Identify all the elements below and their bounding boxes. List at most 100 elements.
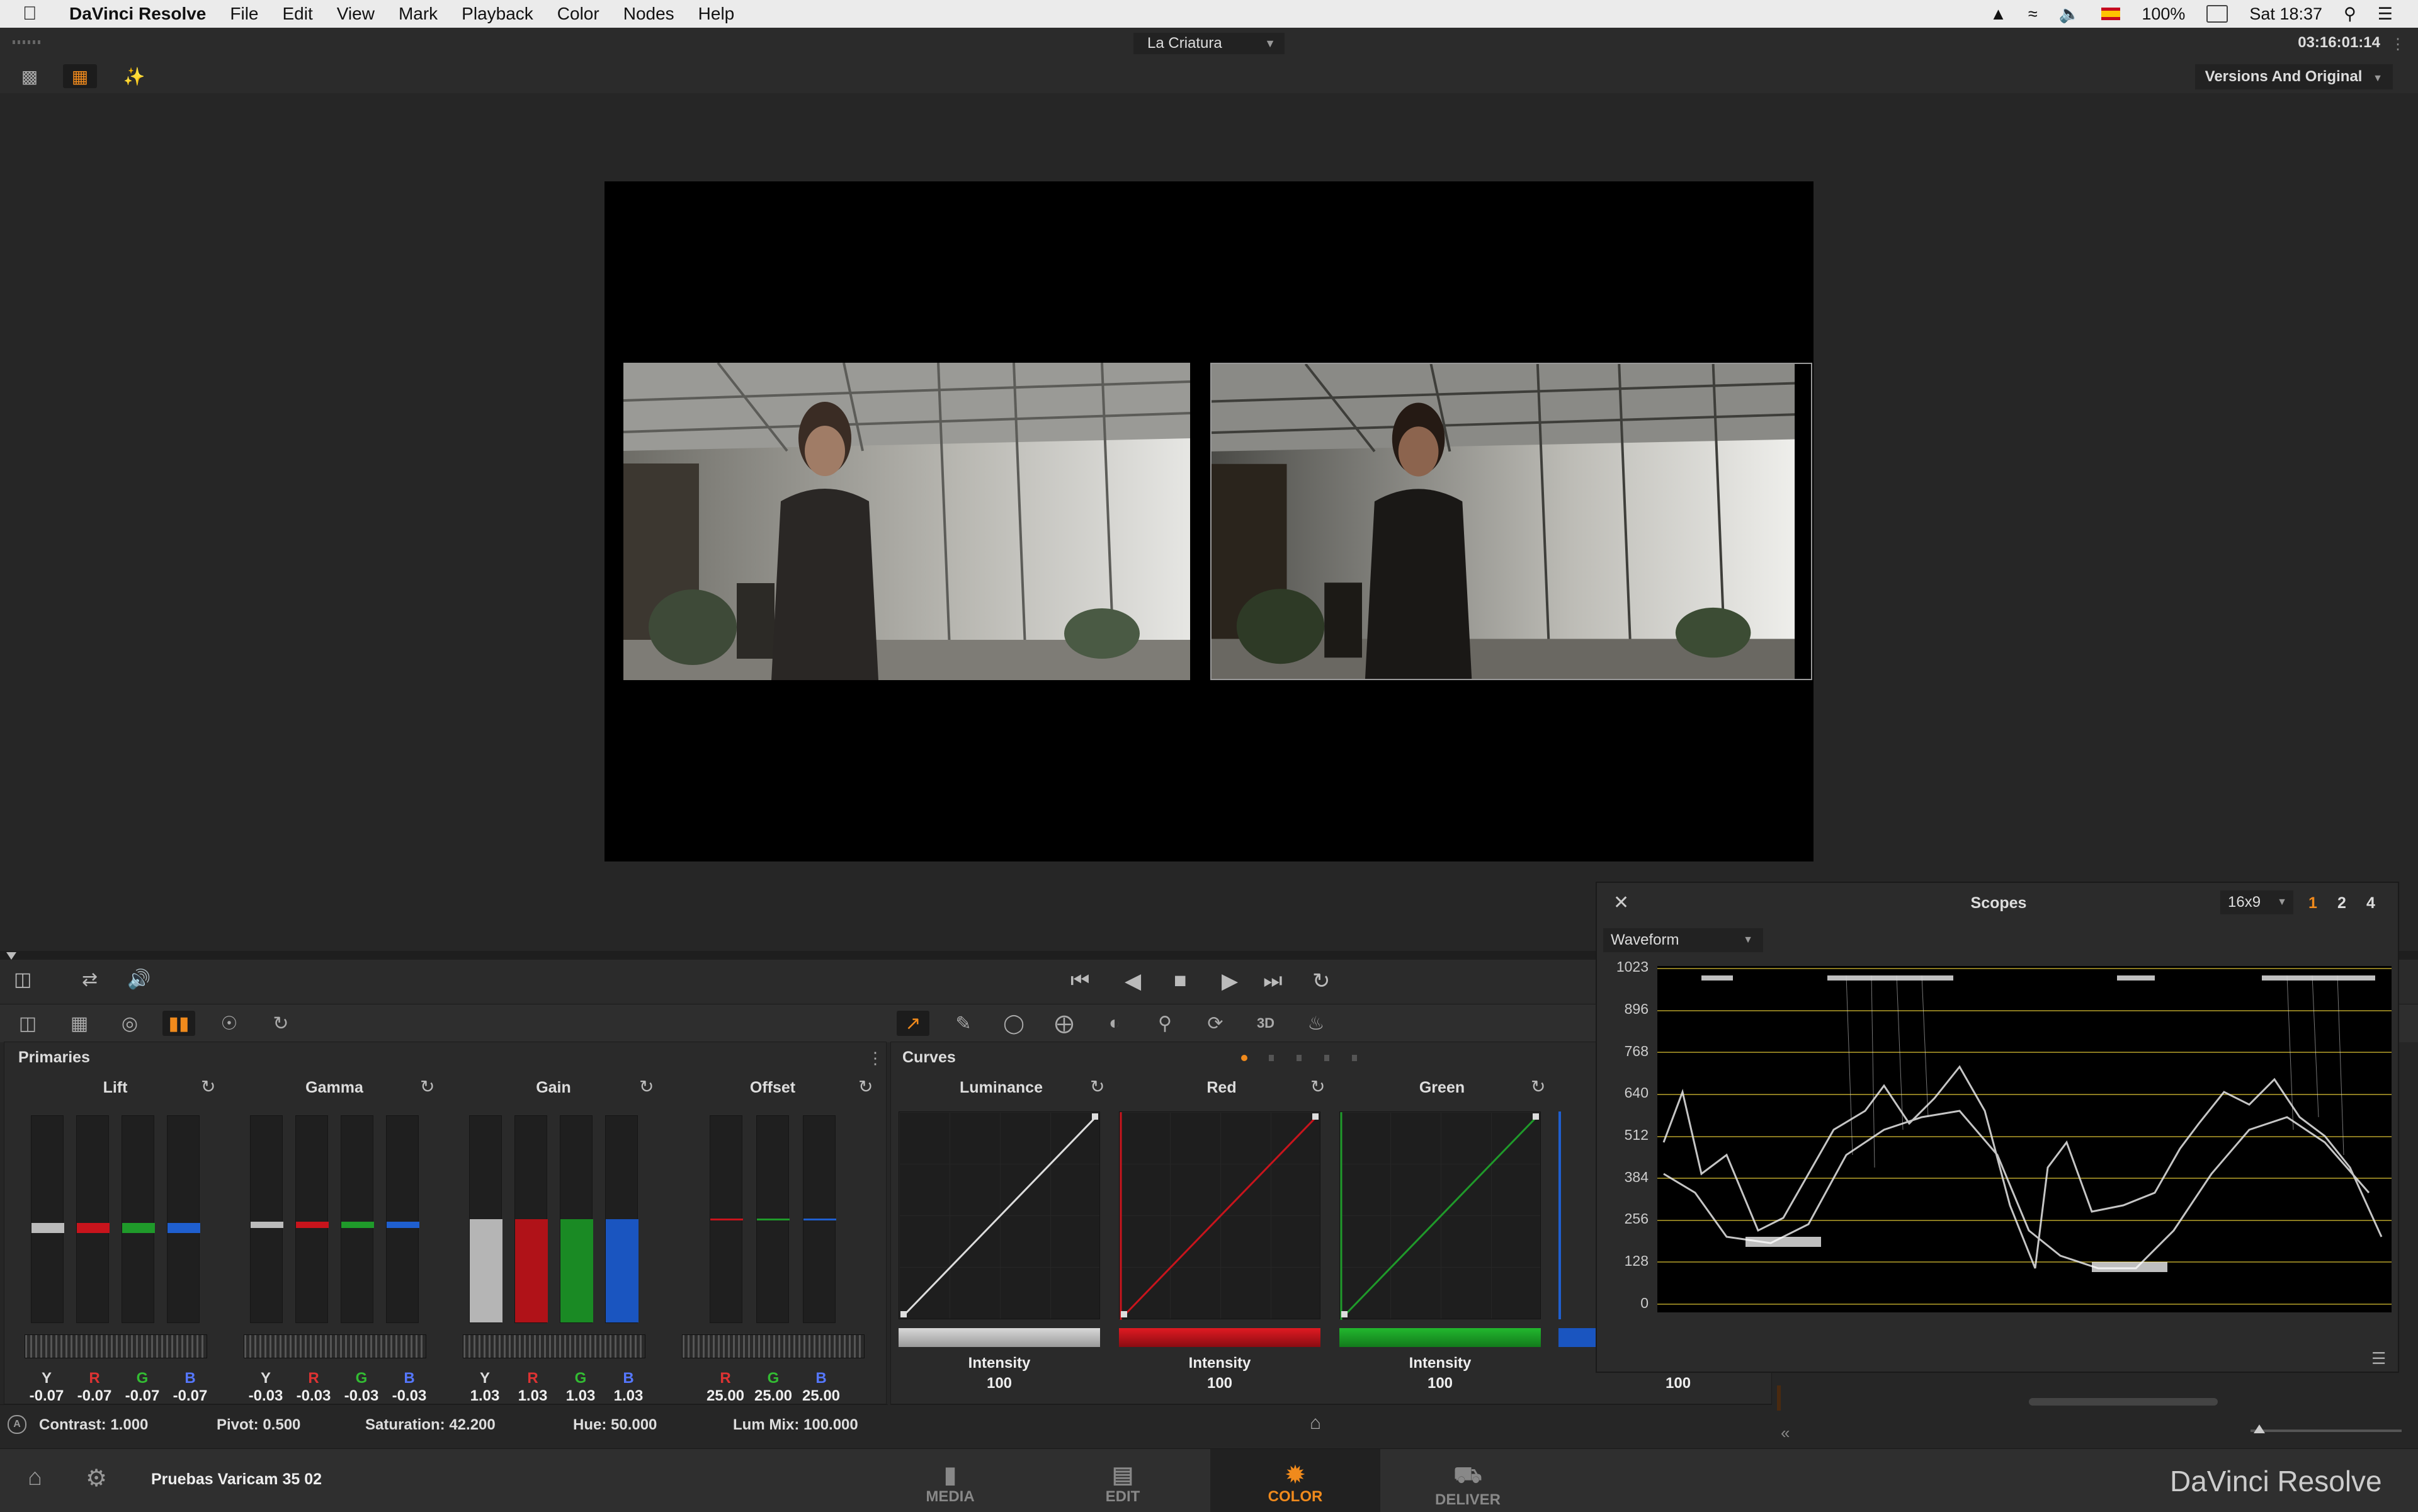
notification-icon[interactable]: ☰ — [2378, 4, 2393, 24]
battery-icon[interactable] — [2206, 5, 2228, 23]
horizontal-scrollbar[interactable] — [2029, 1398, 2218, 1406]
luminance-curve-graph[interactable] — [899, 1111, 1100, 1319]
version-still[interactable] — [1210, 363, 1812, 680]
audio-icon[interactable]: 🔊 — [127, 969, 150, 991]
viewer-layout-icon[interactable]: ◫ — [14, 969, 31, 991]
menu-playback[interactable]: Playback — [462, 4, 533, 24]
viewer-mode-select[interactable]: Versions And Original ▼ — [2194, 64, 2393, 89]
lift-r-value[interactable]: -0.07 — [72, 1387, 116, 1405]
page-media-button[interactable]: ▮ MEDIA — [865, 1458, 1035, 1512]
green-intensity-value[interactable]: 100 — [1339, 1375, 1541, 1392]
apple-icon[interactable]:  — [23, 3, 50, 25]
power-window-icon[interactable]: ◯ — [997, 1011, 1030, 1036]
page-dot-active[interactable] — [1241, 1055, 1247, 1061]
lift-g-bar[interactable] — [122, 1115, 155, 1323]
offset-master-wheel[interactable] — [682, 1334, 865, 1358]
reset-icon[interactable]: ↻ — [420, 1076, 434, 1097]
camera-raw-icon[interactable]: ◫ — [11, 1011, 44, 1036]
lift-y-bar[interactable] — [31, 1115, 64, 1323]
menu-mark[interactable]: Mark — [399, 4, 438, 24]
page-color-button[interactable]: ✹ COLOR — [1210, 1449, 1380, 1512]
luminance-intensity-bar[interactable] — [899, 1328, 1100, 1347]
luminance-intensity-value[interactable]: 100 — [899, 1375, 1100, 1392]
pivot-value[interactable]: Pivot: 0.500 — [217, 1416, 300, 1434]
lift-y-value[interactable]: -0.07 — [25, 1387, 69, 1405]
gamma-g-bar[interactable] — [341, 1115, 374, 1323]
scope-view-4[interactable]: 4 — [2366, 894, 2375, 912]
scope-view-2[interactable]: 2 — [2337, 894, 2346, 912]
gain-y-value[interactable]: 1.03 — [463, 1387, 507, 1405]
gallery-icon[interactable]: ▦ — [63, 64, 97, 88]
menu-help[interactable]: Help — [698, 4, 735, 24]
gain-r-bar[interactable] — [514, 1115, 548, 1323]
magic-wand-icon[interactable]: ✨ — [117, 64, 151, 88]
auto-balance-icon[interactable]: A — [8, 1415, 26, 1434]
fast-forward-icon[interactable]: ⏭ — [1263, 969, 1283, 993]
lift-b-bar[interactable] — [167, 1115, 200, 1323]
collapse-icon[interactable]: « — [1781, 1423, 1790, 1443]
menu-file[interactable]: File — [230, 4, 258, 24]
stop-icon[interactable]: ■ — [1174, 969, 1187, 993]
reset-icon[interactable]: ↻ — [858, 1076, 873, 1097]
single-viewer-icon[interactable]: ▩ — [13, 64, 47, 88]
rewind-icon[interactable]: ◀ — [1125, 969, 1141, 994]
playhead-icon[interactable] — [6, 952, 16, 960]
zoom-slider-thumb[interactable] — [2254, 1424, 2265, 1433]
red-intensity-bar[interactable] — [1119, 1328, 1320, 1347]
red-intensity-value[interactable]: 100 — [1119, 1375, 1320, 1392]
page-edit-button[interactable]: ▤ EDIT — [1038, 1458, 1208, 1512]
gain-b-bar[interactable] — [605, 1115, 639, 1323]
green-curve-graph[interactable] — [1339, 1111, 1541, 1320]
rgb-mixer-icon[interactable]: ☉ — [213, 1011, 246, 1036]
red-curve-graph[interactable] — [1119, 1111, 1320, 1320]
gain-g-value[interactable]: 1.03 — [559, 1387, 603, 1405]
color-wheels-icon[interactable]: ◎ — [113, 1011, 146, 1036]
flag-icon[interactable] — [2101, 8, 2121, 20]
gear-icon[interactable]: ⚙ — [86, 1464, 107, 1492]
hue-value[interactable]: Hue: 50.000 — [573, 1416, 657, 1434]
lift-b-value[interactable]: -0.07 — [168, 1387, 212, 1405]
go-to-start-icon[interactable]: ⏮ — [1070, 969, 1090, 993]
offset-b-value[interactable]: 25.00 — [799, 1387, 843, 1405]
project-selector[interactable]: La Criatura ▼ — [1133, 33, 1285, 54]
blue-intensity-value[interactable]: 100 — [1666, 1375, 1691, 1392]
3d-icon[interactable]: 3D — [1249, 1011, 1282, 1036]
reset-icon[interactable]: ↻ — [1090, 1076, 1104, 1097]
primaries-bars-icon[interactable]: ▮▮ — [162, 1011, 195, 1036]
motion-icon[interactable]: ↻ — [264, 1011, 297, 1036]
blur-icon[interactable]: ◐ — [1098, 1011, 1131, 1036]
gamma-y-value[interactable]: -0.03 — [244, 1387, 288, 1405]
loop-icon[interactable]: ↻ — [1312, 969, 1331, 994]
zoom-slider[interactable] — [2251, 1430, 2402, 1432]
shuffle-icon[interactable]: ⇄ — [82, 969, 98, 991]
gamma-r-value[interactable]: -0.03 — [292, 1387, 336, 1405]
gain-g-bar[interactable] — [560, 1115, 593, 1323]
reset-icon[interactable]: ↻ — [1531, 1076, 1545, 1097]
offset-g-bar[interactable] — [756, 1115, 790, 1323]
fire-icon[interactable]: ♨ — [1300, 1011, 1332, 1036]
reset-icon[interactable]: ↻ — [639, 1076, 654, 1097]
contrast-value[interactable]: Contrast: 1.000 — [39, 1416, 148, 1434]
gain-r-value[interactable]: 1.03 — [511, 1387, 555, 1405]
sizing-icon[interactable]: ⟳ — [1199, 1011, 1232, 1036]
scope-view-1[interactable]: 1 — [2308, 894, 2317, 912]
offset-b-bar[interactable] — [803, 1115, 836, 1323]
gamma-master-wheel[interactable] — [244, 1334, 426, 1358]
key-icon[interactable]: ⚲ — [1149, 1011, 1181, 1036]
qualifier-icon[interactable]: ✎ — [947, 1011, 980, 1036]
gamma-g-value[interactable]: -0.03 — [339, 1387, 383, 1405]
tracker-icon[interactable]: ⨁ — [1048, 1011, 1081, 1036]
lift-r-bar[interactable] — [76, 1115, 110, 1323]
curves-icon[interactable]: ↗ — [897, 1011, 929, 1036]
gamma-y-bar[interactable] — [250, 1115, 283, 1323]
original-still[interactable] — [623, 363, 1190, 680]
more-icon[interactable]: ⋮ — [2390, 35, 2405, 54]
offset-r-value[interactable]: 25.00 — [703, 1387, 747, 1405]
gain-master-wheel[interactable] — [463, 1334, 645, 1358]
scope-type-select[interactable]: Waveform ▼ — [1603, 928, 1763, 952]
volume-icon[interactable]: 🔈 — [2059, 4, 2080, 24]
color-match-icon[interactable]: ▦ — [63, 1011, 96, 1036]
gamma-b-bar[interactable] — [386, 1115, 419, 1323]
clock[interactable]: Sat 18:37 — [2249, 4, 2322, 24]
lift-master-wheel[interactable] — [25, 1334, 207, 1358]
